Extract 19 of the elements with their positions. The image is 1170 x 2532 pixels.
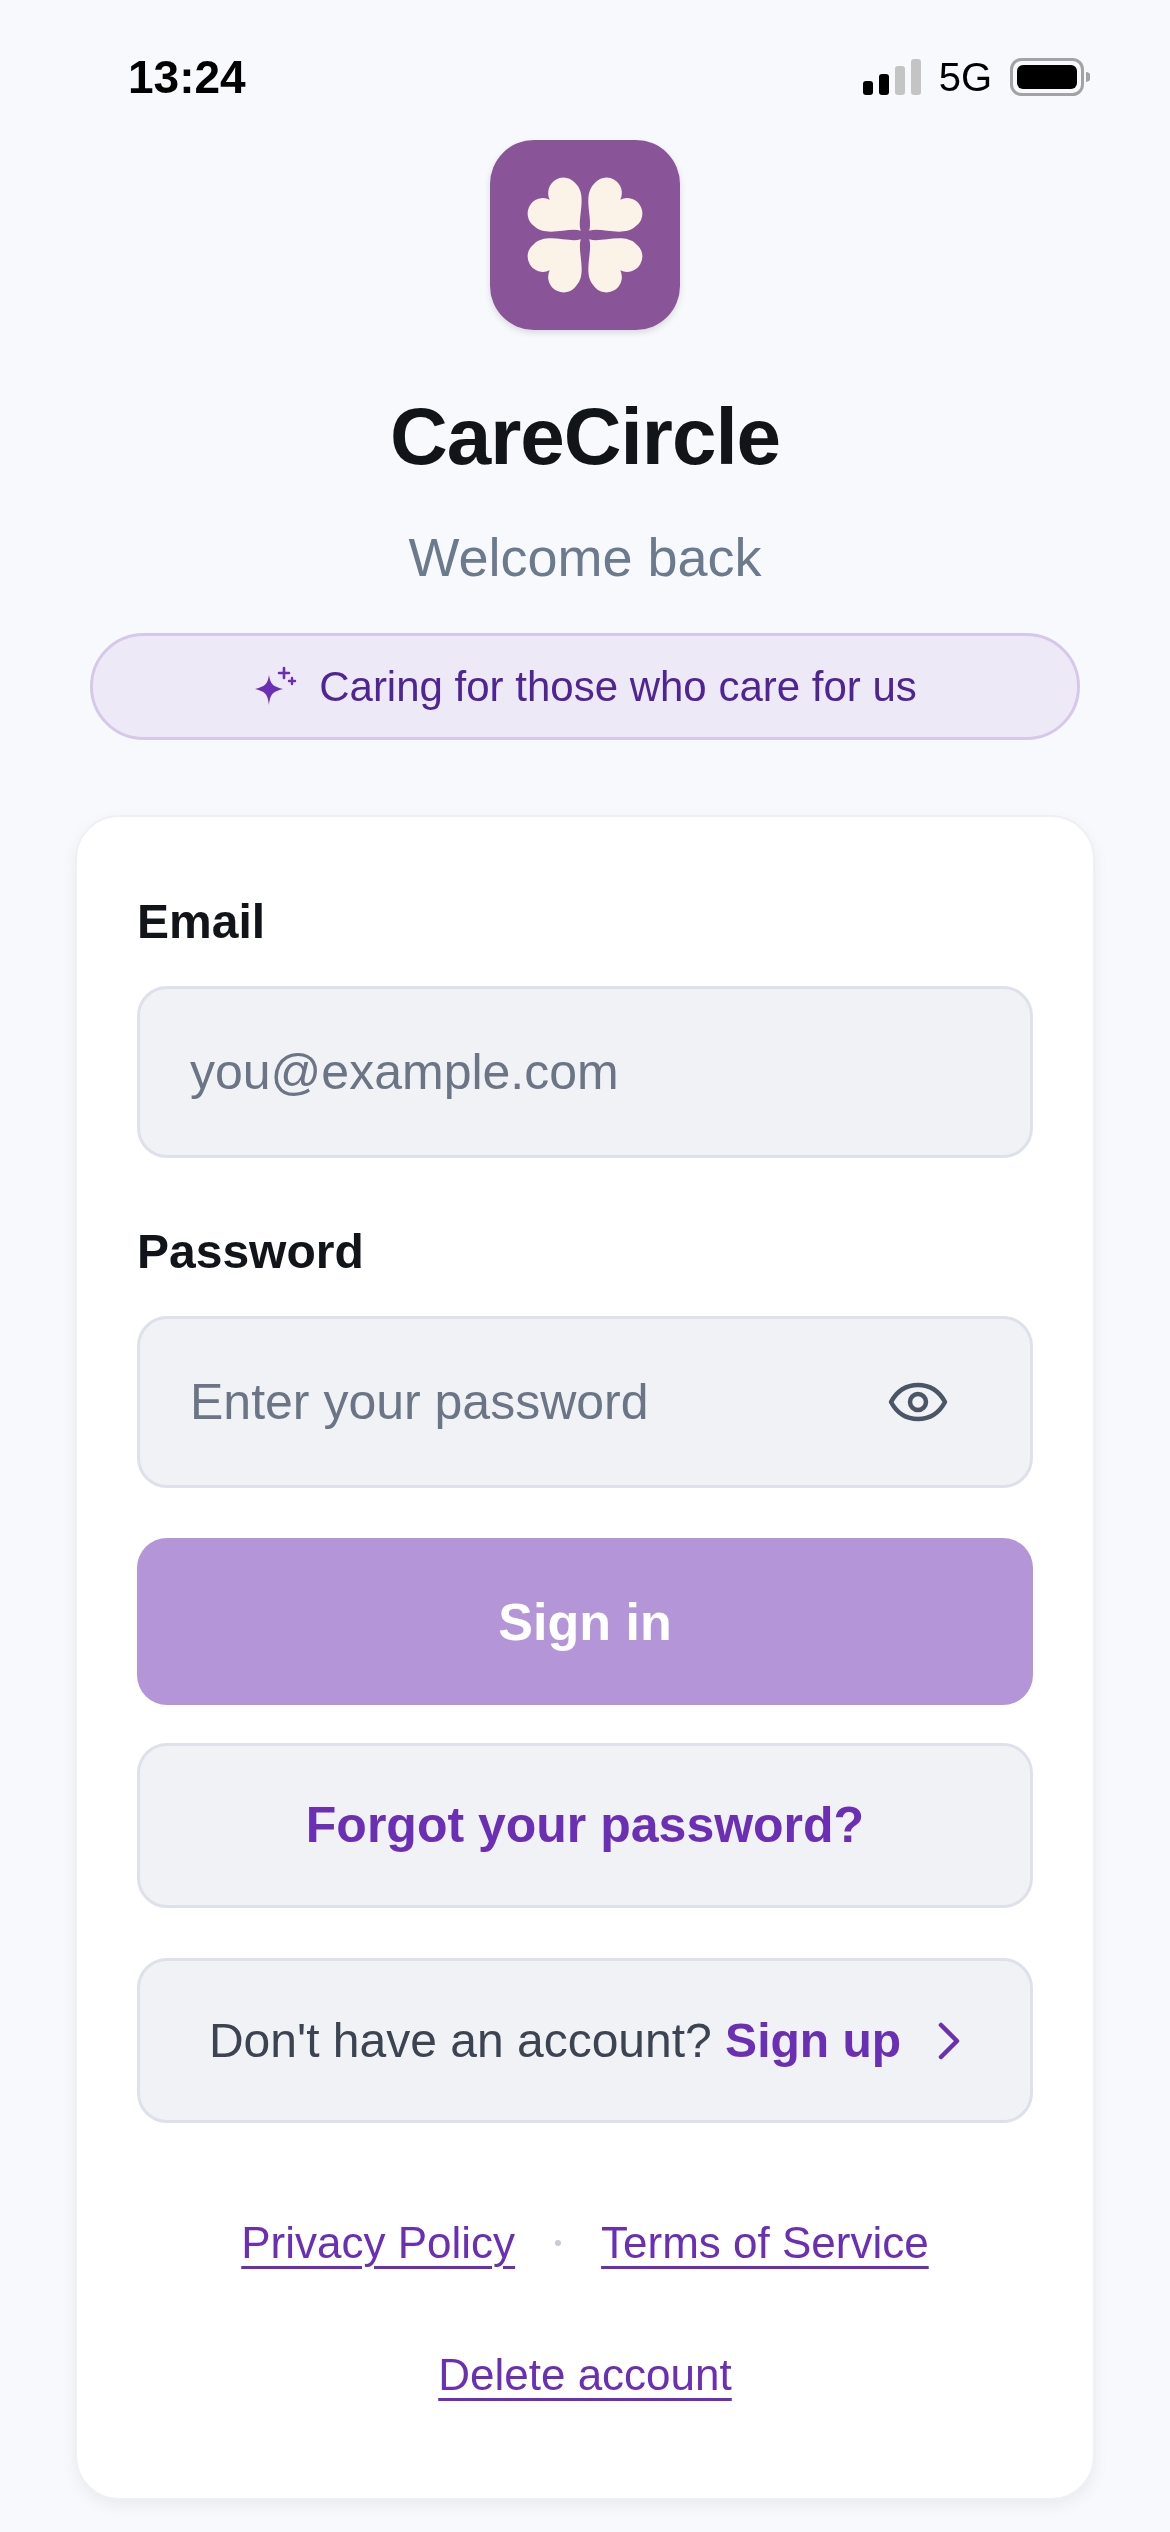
- eye-icon[interactable]: [888, 1382, 948, 1422]
- email-field[interactable]: you@example.com: [137, 986, 1033, 1158]
- field-label: Email: [137, 894, 266, 950]
- status-time: 13:24: [128, 50, 246, 104]
- clover-logo-icon: [490, 140, 680, 330]
- password-field[interactable]: Enter your password: [137, 1316, 1033, 1488]
- network-type: 5G: [938, 54, 992, 101]
- forgot-password-button[interactable]: Forgot your password?: [137, 1743, 1033, 1908]
- privacy-policy-link[interactable]: Privacy Policy: [241, 2215, 516, 2271]
- chevron-right-icon: [937, 2020, 962, 2061]
- sign-up-button[interactable]: Don't have an account? Sign up: [137, 1958, 1033, 2123]
- welcome-subtitle: Welcome back: [408, 526, 762, 589]
- app-title: CareCircle: [389, 391, 781, 483]
- signal-icon: [862, 59, 921, 95]
- tagline-text: Caring for those who care for us: [319, 661, 917, 712]
- delete-account-link[interactable]: Delete account: [438, 2347, 732, 2403]
- field-label: Password: [137, 1224, 364, 1280]
- battery-icon: [1010, 58, 1090, 96]
- terms-of-service-link[interactable]: Terms of Service: [601, 2215, 929, 2271]
